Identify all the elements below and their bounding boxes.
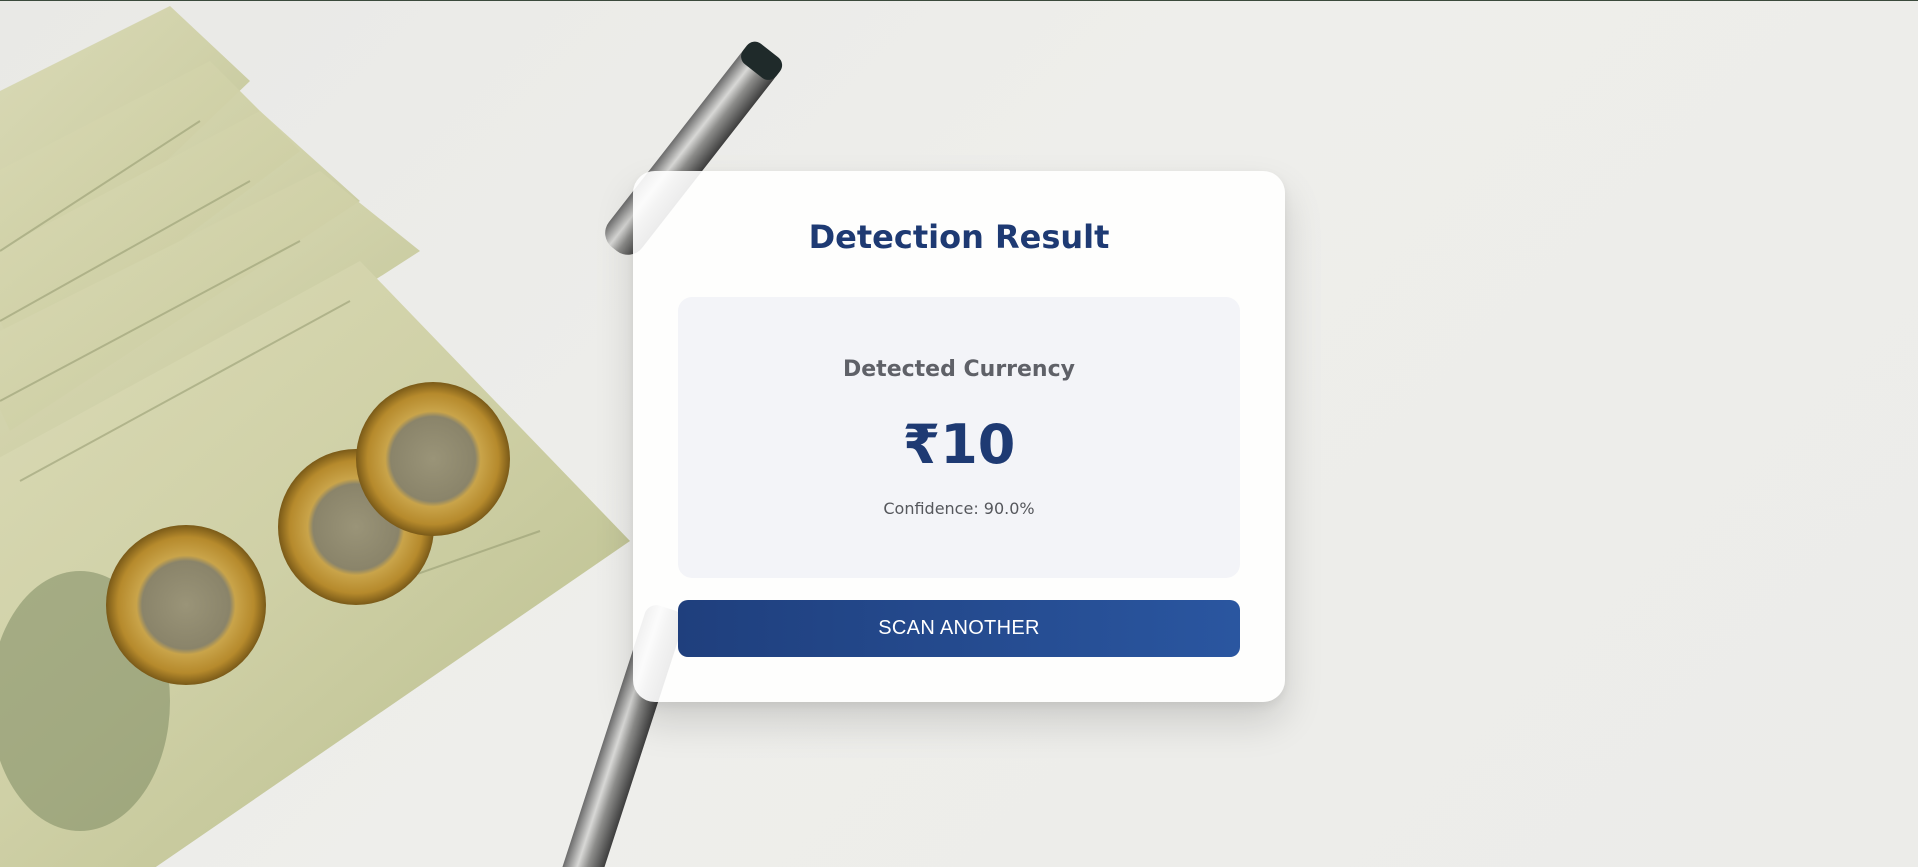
banknotes [0,6,630,867]
confidence-text: Confidence: 90.0% [883,499,1035,518]
card-title: Detection Result [808,218,1110,256]
detected-currency-label: Detected Currency [843,357,1075,382]
result-box: Detected Currency ₹10 Confidence: 90.0% [678,297,1240,578]
scan-another-button[interactable]: SCAN ANOTHER [678,600,1240,657]
detected-currency-value: ₹10 [902,413,1016,476]
detection-result-card: Detection Result Detected Currency ₹10 C… [633,171,1285,702]
page: Detection Result Detected Currency ₹10 C… [0,0,1918,867]
